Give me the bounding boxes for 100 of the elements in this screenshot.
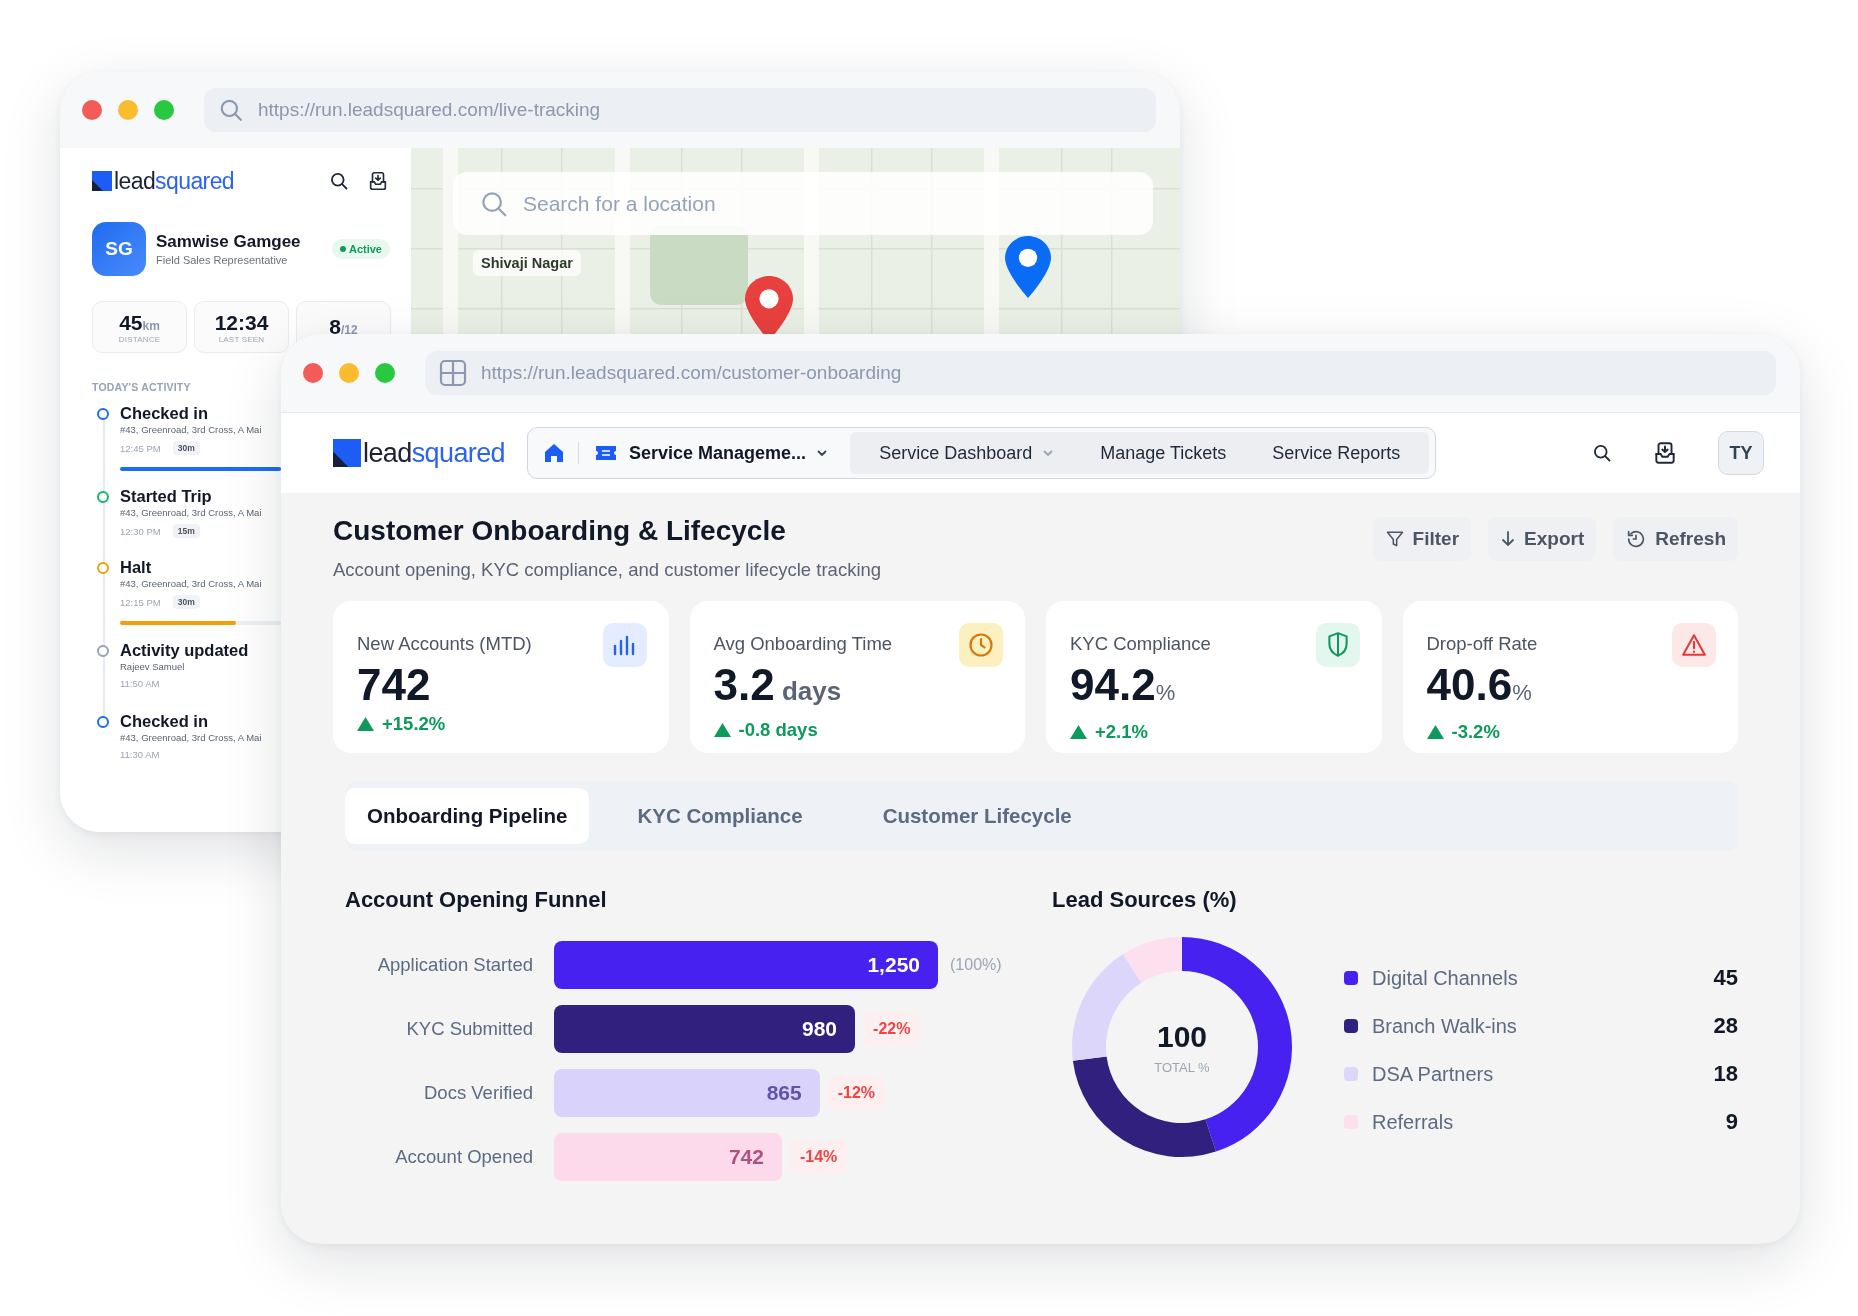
tab[interactable]: Customer Lifecycle	[850, 788, 1104, 844]
toolbar-button[interactable]: Filter	[1372, 517, 1472, 561]
activity-time: 11:50 AM	[120, 678, 160, 689]
drop-badge: -12%	[827, 1076, 886, 1110]
minimize-button[interactable]	[339, 363, 359, 383]
stat-value: 8/12	[329, 315, 358, 339]
home-icon[interactable]	[544, 443, 565, 463]
status-badge: Active	[331, 239, 390, 259]
inbox-icon[interactable]	[367, 170, 389, 192]
map-pin-icon[interactable]	[1005, 236, 1051, 299]
filter-icon	[1384, 529, 1405, 549]
activity-time: 12:15 PM	[120, 596, 161, 608]
donut-total: 100	[1156, 1019, 1208, 1054]
module-dropdown[interactable]: Service Manageme...	[629, 442, 829, 464]
funnel-bar: 1,250	[554, 941, 938, 989]
activity-detail: Rajeev Samuel	[120, 661, 186, 672]
activity-time: 12:30 PM	[120, 525, 161, 537]
search-icon[interactable]	[329, 171, 349, 191]
activity-detail: #43, Greenroad, 3rd Cross, A Mai	[120, 507, 263, 518]
activity-time: 11:30 AM	[120, 749, 160, 760]
close-button[interactable]	[303, 363, 323, 383]
legend-value: 28	[1713, 1013, 1738, 1039]
activity-title: Halt	[120, 557, 153, 577]
section-heading: TODAY'S ACTIVITY	[92, 381, 192, 393]
activity-title: Activity updated	[120, 640, 250, 660]
legend-label: DSA Partners	[1372, 1062, 1494, 1086]
nav-link[interactable]: Manage Tickets	[1077, 432, 1250, 474]
tab[interactable]: KYC Compliance	[605, 788, 835, 844]
funnel-bar: 865	[554, 1069, 820, 1117]
activity-title: Checked in	[120, 403, 210, 423]
kpi-change: -0.8 days	[738, 719, 818, 741]
logo-icon	[92, 171, 112, 191]
user-avatar[interactable]: TY	[1718, 431, 1764, 475]
legend-value: 45	[1713, 965, 1738, 991]
funnel-label: KYC Submitted	[405, 1018, 533, 1040]
funnel-bar: 742	[554, 1133, 782, 1181]
toolbar-button[interactable]: Refresh	[1613, 517, 1738, 561]
duration-badge: 30m	[172, 441, 200, 455]
kpi-change: -3.2%	[1451, 721, 1500, 743]
activity-detail: #43, Greenroad, 3rd Cross, A Mai	[120, 732, 263, 743]
shield-icon	[1315, 623, 1360, 667]
legend-value: 9	[1725, 1109, 1738, 1135]
up-triangle-icon	[713, 723, 731, 737]
maximize-button[interactable]	[154, 100, 174, 120]
donut-caption: TOTAL %	[1154, 1059, 1210, 1075]
logo-icon	[333, 439, 361, 467]
activity-title: Started Trip	[120, 486, 213, 506]
stat-label: LAST SEEN	[218, 334, 265, 344]
nav-link[interactable]: Service Reports	[1249, 432, 1424, 474]
funnel-label: Application Started	[376, 954, 533, 976]
section-title: Account Opening Funnel	[345, 887, 608, 913]
minimize-button[interactable]	[118, 100, 138, 120]
up-triangle-icon	[1070, 725, 1087, 739]
stat-value: 45km	[119, 310, 160, 335]
place-label: Shivaji Nagar	[473, 250, 581, 276]
duration-badge: 30m	[172, 595, 200, 609]
map-pin-icon[interactable]	[745, 276, 793, 334]
kpi-change: +2.1%	[1095, 721, 1148, 743]
activity-title: Checked in	[120, 711, 210, 731]
activity-detail: #43, Greenroad, 3rd Cross, A Mai	[120, 424, 263, 435]
legend-value: 18	[1713, 1061, 1738, 1087]
close-button[interactable]	[82, 100, 102, 120]
funnel-percent: (100%)	[950, 956, 1002, 974]
drop-badge: -14%	[789, 1140, 848, 1174]
kpi-value: 94.2%	[1070, 663, 1177, 711]
stat-value: 12:34	[214, 310, 269, 335]
user-avatar: SG	[92, 222, 146, 276]
tab[interactable]: Onboarding Pipeline	[345, 788, 590, 844]
up-triangle-icon	[1426, 725, 1444, 739]
user-name: Samwise Gamgee	[156, 232, 301, 252]
kpi-label: Drop-off Rate	[1426, 633, 1538, 655]
kpi-value: 3.2 days	[713, 663, 843, 711]
toolbar-button[interactable]: Export	[1488, 517, 1597, 561]
kpi-change: +15.2%	[382, 713, 446, 735]
grid-icon	[439, 359, 467, 387]
bar-chart-icon	[602, 623, 647, 667]
kpi-value: 40.6%	[1426, 663, 1533, 711]
warning-icon	[1672, 623, 1716, 667]
search-icon[interactable]	[1592, 443, 1612, 463]
logo-wordmark: leadsquared	[114, 167, 234, 195]
funnel-label: Docs Verified	[423, 1082, 533, 1104]
page-title: Customer Onboarding & Lifecycle	[333, 515, 787, 547]
user-role: Field Sales Representative	[156, 254, 289, 266]
kpi-label: KYC Compliance	[1070, 633, 1211, 655]
up-triangle-icon	[357, 717, 374, 731]
nav-link[interactable]: Service Dashboard	[856, 432, 1078, 474]
legend-label: Branch Walk-ins	[1372, 1014, 1517, 1038]
kpi-label: New Accounts (MTD)	[357, 633, 532, 655]
funnel-bar: 980	[554, 1005, 856, 1053]
down-arrow-icon	[1500, 530, 1517, 548]
activity-detail: #43, Greenroad, 3rd Cross, A Mai	[120, 578, 263, 589]
maximize-button[interactable]	[375, 363, 395, 383]
stat-label: DISTANCE	[118, 334, 161, 344]
url-text: https://run.leadsquared.com/customer-onboarding	[481, 362, 902, 384]
duration-badge: 15m	[172, 524, 200, 538]
funnel-label: Account Opened	[394, 1146, 533, 1168]
inbox-icon[interactable]	[1652, 440, 1678, 466]
legend-label: Referrals	[1372, 1110, 1454, 1134]
drop-badge: -22%	[863, 1012, 921, 1046]
legend-label: Digital Channels	[1372, 966, 1518, 990]
